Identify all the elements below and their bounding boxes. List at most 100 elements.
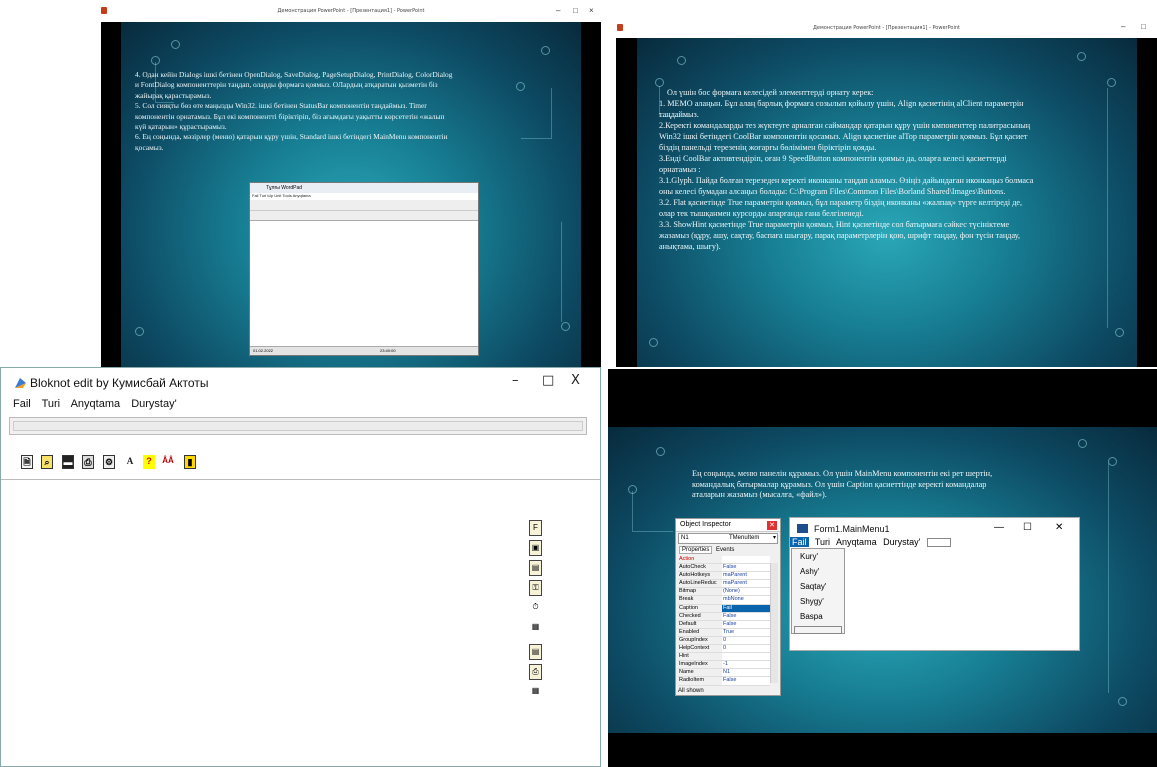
property-value[interactable]: 0: [722, 636, 770, 646]
menu-new-item[interactable]: [794, 626, 842, 634]
property-value[interactable]: mbNone: [722, 595, 770, 605]
mini-menu: Fail Turi Ыр Unit Tools Anyqtama: [252, 193, 311, 198]
maximize-button[interactable]: ☐: [1023, 522, 1032, 533]
property-row[interactable]: AutoCheck False: [678, 563, 770, 573]
property-value[interactable]: Fail: [722, 604, 770, 613]
close-icon[interactable]: ✕: [767, 521, 777, 530]
new-file-icon[interactable]: 🗎: [21, 455, 33, 469]
property-name: ImageIndex: [678, 660, 722, 670]
property-value[interactable]: 0: [722, 644, 770, 654]
menu-new-item[interactable]: [926, 538, 951, 548]
font-icon[interactable]: A: [124, 455, 136, 469]
property-row[interactable]: Action: [678, 556, 770, 565]
menu-durystay[interactable]: Durystay': [131, 398, 177, 410]
close-button[interactable]: ✕: [1055, 522, 1063, 533]
print-dialog-icon[interactable]: ▤: [529, 644, 542, 660]
mini-title: Тұлғы WordPad: [250, 183, 478, 193]
text-line: 4. Одан кейін Dialogs ішкі бетінен OpenD…: [135, 70, 453, 79]
property-row[interactable]: AutoHotkeys maParent: [678, 571, 770, 581]
print-icon[interactable]: ⎙: [82, 455, 94, 469]
popup-menu-icon[interactable]: ▦: [529, 684, 542, 700]
menu-durystay[interactable]: Durystay': [883, 537, 920, 547]
minimize-button[interactable]: —: [994, 522, 1004, 533]
open-dialog-icon[interactable]: ⚿: [529, 580, 542, 596]
text-line: аталарын жазамыз (мысалға, «файл»).: [692, 490, 827, 499]
property-row[interactable]: Default False: [678, 620, 770, 629]
mini-statusbar: 01.02.2022 23:40:00: [250, 346, 478, 355]
save-icon[interactable]: ▬: [62, 455, 74, 469]
exit-icon[interactable]: ▮: [184, 455, 196, 469]
minimize-button[interactable]: –: [512, 373, 519, 388]
app-logo-icon: [15, 378, 26, 388]
menu-bar: Fail Turi Anyqtama Durystay': [13, 398, 185, 410]
menu-item-saqtay[interactable]: Saqtay': [792, 579, 844, 594]
property-value[interactable]: (None): [722, 587, 770, 597]
close-button[interactable]: X: [571, 373, 580, 388]
minimize-button[interactable]: –: [556, 6, 560, 15]
tab-events[interactable]: Events: [714, 547, 736, 553]
property-value[interactable]: False: [722, 563, 770, 573]
main-menu-icon[interactable]: ▦: [529, 620, 542, 636]
property-value[interactable]: False: [722, 676, 770, 686]
property-row[interactable]: Hint: [678, 652, 770, 662]
font-dialog-icon[interactable]: F: [529, 520, 542, 536]
help-icon[interactable]: ?: [143, 455, 155, 469]
menu-turi[interactable]: Turi: [42, 398, 61, 410]
text-line: орнатамыз :: [659, 165, 701, 174]
property-value[interactable]: True: [722, 628, 770, 637]
menu-fail[interactable]: Fail: [13, 398, 31, 410]
property-grid: Action AutoCheck False AutoHotkeys maParent A…: [678, 556, 770, 686]
inspector-title: Object Inspector: [676, 519, 780, 532]
property-name: Bitmap: [678, 587, 722, 597]
property-name: AutoLineReduc: [678, 579, 722, 589]
menu-fail[interactable]: Fail: [790, 537, 809, 547]
chevron-down-icon[interactable]: ▾: [773, 534, 776, 541]
menu-item-ashy[interactable]: Ashy': [792, 564, 844, 579]
maximize-button[interactable]: □: [1141, 22, 1146, 31]
menu-anyqtama[interactable]: Anyqtama: [836, 537, 877, 547]
color-dialog-icon[interactable]: ▣: [529, 540, 542, 556]
maximize-button[interactable]: □: [573, 6, 578, 15]
menu-item-baspa[interactable]: Baspa: [792, 609, 844, 624]
property-row[interactable]: Name N1: [678, 668, 770, 678]
close-button[interactable]: ×: [589, 6, 594, 15]
font-color-icon[interactable]: ÂÂ: [162, 455, 174, 469]
menu-anyqtama[interactable]: Anyqtama: [71, 398, 121, 410]
property-value[interactable]: False: [722, 620, 770, 629]
property-value[interactable]: maParent: [722, 571, 770, 581]
tab-properties[interactable]: Properties: [679, 546, 713, 554]
save-dialog-icon[interactable]: ▤: [529, 560, 542, 576]
inspector-scrollbar[interactable]: [770, 563, 778, 683]
timer-icon[interactable]: ⏱: [529, 600, 542, 616]
property-value[interactable]: [722, 652, 770, 662]
property-row[interactable]: HelpContext 0: [678, 644, 770, 654]
property-value[interactable]: N1: [722, 668, 770, 678]
property-row[interactable]: ImageIndex -1: [678, 660, 770, 670]
property-row[interactable]: Enabled True: [678, 628, 770, 637]
text-line: таңдаймыз.: [659, 110, 699, 119]
text-line: 2.Керекті командаларды тез жүктеуге арна…: [659, 121, 1031, 130]
page-setup-icon[interactable]: ⚙: [103, 455, 115, 469]
property-row[interactable]: Caption Fail: [678, 604, 770, 613]
object-selector[interactable]: N1 TMenuItem ▾: [678, 533, 778, 544]
memo-area[interactable]: [2, 480, 599, 765]
maximize-button[interactable]: □: [542, 373, 554, 388]
property-value[interactable]: [722, 556, 770, 565]
menu-turi[interactable]: Turi: [815, 537, 830, 547]
text-line: компонентін орнатамыз. Бұл екі компонент…: [135, 111, 445, 121]
page-setup-dialog-icon[interactable]: ⎙: [529, 664, 542, 680]
property-name: Name: [678, 668, 722, 678]
property-row[interactable]: Break mbNone: [678, 595, 770, 605]
open-file-icon[interactable]: ⌕: [41, 455, 53, 469]
property-row[interactable]: AutoLineReduc maParent: [678, 579, 770, 589]
property-value[interactable]: -1: [722, 660, 770, 670]
property-value[interactable]: maParent: [722, 579, 770, 589]
menu-item-kury[interactable]: Kury': [792, 549, 844, 564]
property-row[interactable]: RadioItem False: [678, 676, 770, 686]
property-row[interactable]: Checked False: [678, 612, 770, 621]
property-value[interactable]: False: [722, 612, 770, 621]
property-row[interactable]: GroupIndex 0: [678, 636, 770, 646]
minimize-button[interactable]: –: [1121, 22, 1125, 31]
menu-item-shygy[interactable]: Shygy': [792, 594, 844, 609]
property-row[interactable]: Bitmap (None): [678, 587, 770, 597]
